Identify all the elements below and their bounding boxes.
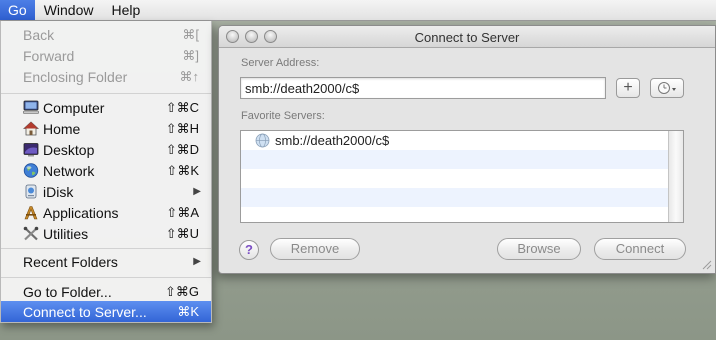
desktop-icon (23, 143, 39, 157)
menu-go[interactable]: Go (0, 0, 35, 20)
connect-button[interactable]: Connect (594, 238, 686, 260)
menu-item-shortcut: ⇧⌘A (166, 204, 199, 220)
menu-item-go-to-folder[interactable]: Go to Folder... ⇧⌘G (1, 281, 211, 302)
server-globe-icon (255, 133, 270, 148)
menu-item-shortcut: ⌘K (177, 303, 199, 319)
menu-item-shortcut: ⇧⌘K (166, 162, 199, 178)
menu-item-label: iDisk (43, 183, 74, 200)
menu-window[interactable]: Window (35, 0, 103, 20)
list-item-empty (241, 150, 669, 169)
plus-icon: + (623, 79, 633, 96)
browse-button[interactable]: Browse (497, 238, 581, 260)
favorite-servers-list[interactable]: smb://death2000/c$ (240, 130, 684, 223)
menu-item-shortcut: ⌘[ (182, 26, 199, 42)
menu-item-recent-folders[interactable]: Recent Folders ▶ (1, 251, 211, 272)
server-address-label: Server Address: (241, 57, 320, 69)
list-item-empty (241, 207, 669, 222)
submenu-arrow-icon: ▶ (193, 256, 201, 267)
server-address-input[interactable] (240, 77, 606, 99)
menu-item-label: Enclosing Folder (23, 68, 128, 85)
menu-item-applications[interactable]: Applications ⇧⌘A (1, 202, 211, 223)
utilities-icon (23, 226, 39, 241)
connect-to-server-window: Connect to Server Server Address: + Favo… (218, 25, 716, 274)
list-item-empty (241, 188, 669, 207)
clock-dropdown-icon (658, 82, 676, 94)
menu-item-computer[interactable]: Computer ⇧⌘C (1, 97, 211, 118)
menu-item-shortcut: ⇧⌘C (165, 99, 199, 115)
menu-item-label: Network (43, 162, 95, 179)
menu-help[interactable]: Help (102, 0, 149, 20)
applications-icon (24, 206, 38, 220)
menu-item-enclosing-folder: Enclosing Folder ⌘↑ (1, 66, 211, 87)
menu-item-label: Applications (43, 204, 119, 221)
list-item-empty (241, 169, 669, 188)
list-item[interactable]: smb://death2000/c$ (241, 131, 669, 150)
menu-item-label: Go to Folder... (23, 283, 112, 300)
menu-item-label: Forward (23, 47, 75, 64)
menu-item-shortcut: ⇧⌘G (164, 283, 199, 299)
menu-item-label: Computer (43, 99, 105, 116)
menu-item-label: Recent Folders (23, 253, 118, 270)
menu-item-shortcut: ⇧⌘H (165, 120, 199, 136)
menu-item-shortcut: ⇧⌘U (165, 225, 199, 241)
menu-item-shortcut: ⌘] (182, 47, 199, 63)
add-to-favorites-button[interactable]: + (616, 78, 640, 98)
help-button[interactable]: ? (239, 240, 259, 260)
idisk-icon (25, 184, 37, 199)
menu-item-label: Home (43, 120, 81, 137)
menu-item-utilities[interactable]: Utilities ⇧⌘U (1, 223, 211, 244)
menu-item-shortcut: ⌘↑ (179, 68, 200, 84)
recent-servers-button[interactable] (650, 78, 684, 98)
menu-item-idisk[interactable]: iDisk ▶ (1, 181, 211, 202)
go-menu: Back ⌘[ Forward ⌘] Enclosing Folder ⌘↑ C… (0, 21, 212, 323)
title-bar[interactable]: Connect to Server (219, 26, 715, 48)
menu-separator (1, 277, 211, 278)
menu-item-forward: Forward ⌘] (1, 45, 211, 66)
window-title: Connect to Server (414, 30, 520, 45)
home-icon (23, 121, 39, 136)
menu-item-desktop[interactable]: Desktop ⇧⌘D (1, 139, 211, 160)
menu-item-network[interactable]: Network ⇧⌘K (1, 160, 211, 181)
menu-item-label: Desktop (43, 141, 95, 158)
menu-bar: Go Window Help (0, 0, 716, 21)
menu-item-shortcut: ⇧⌘D (165, 141, 199, 157)
menu-item-label: Back (23, 26, 55, 43)
favorite-servers-label: Favorite Servers: (241, 110, 325, 122)
menu-item-home[interactable]: Home ⇧⌘H (1, 118, 211, 139)
menu-item-back: Back ⌘[ (1, 24, 211, 45)
menu-item-label: Utilities (43, 225, 89, 242)
network-globe-icon (23, 163, 39, 178)
list-scrollbar[interactable] (668, 131, 683, 222)
submenu-arrow-icon: ▶ (193, 186, 201, 197)
computer-icon (23, 100, 39, 114)
remove-button[interactable]: Remove (270, 238, 360, 260)
menu-separator (1, 248, 211, 249)
resize-grip-icon[interactable] (701, 259, 712, 270)
menu-separator (1, 93, 211, 94)
favorite-server-address: smb://death2000/c$ (275, 133, 390, 148)
menu-item-label: Connect to Server... (23, 303, 147, 320)
menu-item-connect-to-server[interactable]: Connect to Server... ⌘K (1, 301, 211, 322)
